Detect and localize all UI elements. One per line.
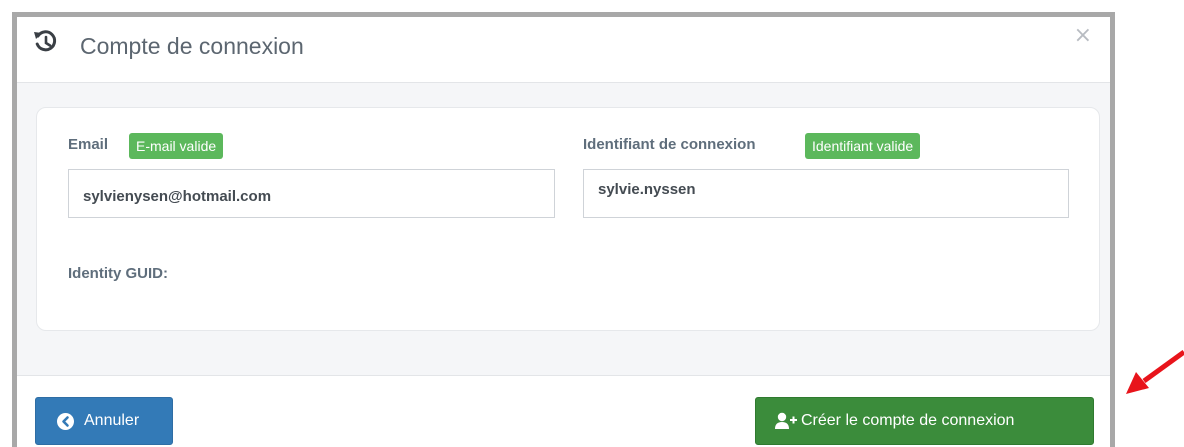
modal-footer: Annuler Créer le compte de connexion bbox=[17, 375, 1110, 447]
cancel-button[interactable]: Annuler bbox=[35, 397, 173, 445]
identity-guid-label: Identity GUID: bbox=[68, 265, 168, 282]
create-login-account-button[interactable]: Créer le compte de connexion bbox=[755, 397, 1094, 445]
create-button-label: Créer le compte de connexion bbox=[801, 412, 1015, 429]
login-id-field[interactable] bbox=[583, 169, 1069, 218]
account-form-card: Email E-mail valide Identifiant de conne… bbox=[36, 107, 1100, 331]
email-label: Email bbox=[68, 136, 109, 153]
arrow-left-circle-icon bbox=[57, 412, 74, 430]
history-icon bbox=[34, 30, 57, 52]
login-id-valid-badge: Identifiant valide bbox=[805, 133, 921, 159]
modal-title: Compte de connexion bbox=[80, 33, 304, 59]
login-account-modal: Compte de connexion × Email E-mail valid… bbox=[12, 12, 1115, 447]
cancel-button-label: Annuler bbox=[84, 412, 140, 429]
red-arrow-icon bbox=[1126, 349, 1184, 394]
close-button[interactable]: × bbox=[1074, 23, 1092, 48]
modal-header: Compte de connexion × bbox=[17, 17, 1110, 83]
user-plus-icon bbox=[775, 412, 797, 429]
email-field[interactable] bbox=[68, 169, 555, 218]
email-valid-badge: E-mail valide bbox=[129, 133, 224, 159]
login-id-label: Identifiant de connexion bbox=[583, 136, 756, 153]
